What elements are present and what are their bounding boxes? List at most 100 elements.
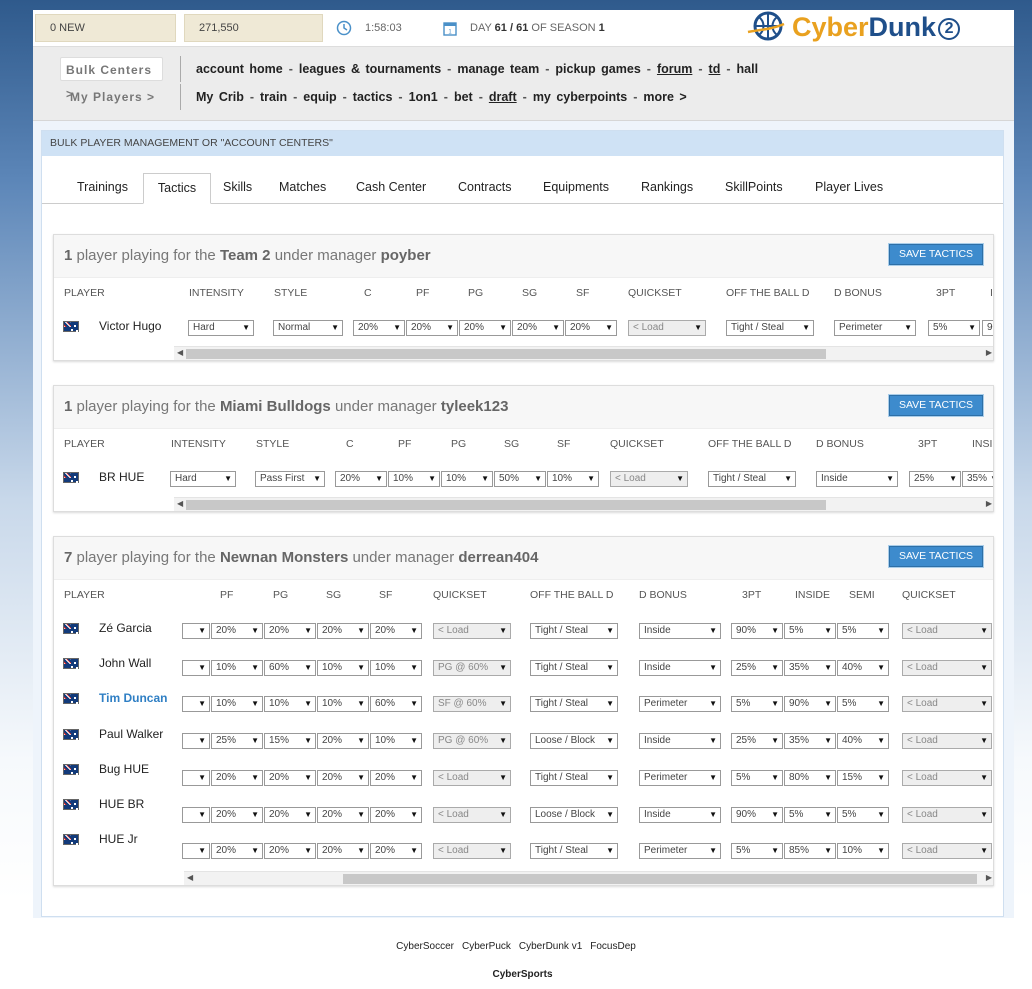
tactic-select[interactable]: 20% xyxy=(370,806,422,823)
tactic-select[interactable]: Tight / Steal xyxy=(726,320,814,336)
tactic-select[interactable]: 5% xyxy=(731,843,783,860)
player-name[interactable]: Paul Walker xyxy=(99,727,163,741)
tactic-select[interactable]: Perimeter xyxy=(639,769,721,786)
player-name[interactable]: HUE BR xyxy=(99,797,144,811)
save-tactics-button[interactable]: SAVE TACTICS xyxy=(889,395,983,416)
player-name[interactable]: HUE Jr xyxy=(99,832,138,846)
tactic-select[interactable]: 5% xyxy=(784,623,836,639)
nav-link-account-home[interactable]: account home xyxy=(196,62,283,76)
tab-skills[interactable]: Skills xyxy=(223,173,252,204)
player-name[interactable]: BR HUE xyxy=(99,470,144,484)
tactic-select[interactable]: Tight / Steal xyxy=(530,769,618,786)
tactic-select[interactable]: Tight / Steal xyxy=(530,696,618,713)
tactic-select[interactable]: 35% xyxy=(784,733,836,750)
tactic-select[interactable]: Perimeter xyxy=(639,696,721,713)
tactic-select[interactable]: 90% xyxy=(784,696,836,713)
tactic-select[interactable]: 5% xyxy=(837,696,889,713)
tactic-select[interactable]: Loose / Block xyxy=(530,806,618,823)
tactic-select[interactable]: Perimeter xyxy=(639,843,721,860)
footer-link-focusdep[interactable]: FocusDep xyxy=(590,941,636,952)
nav-link-manage-team[interactable]: manage team xyxy=(457,62,539,76)
tab-player-lives[interactable]: Player Lives xyxy=(815,173,883,204)
tactic-select[interactable]: Loose / Block xyxy=(530,733,618,750)
tactic-select[interactable]: 60% xyxy=(264,659,316,676)
tactic-select[interactable]: < Load xyxy=(902,733,992,750)
tactic-select[interactable]: Pass First xyxy=(255,471,325,487)
tactic-select[interactable] xyxy=(182,769,210,786)
tactic-select[interactable]: < Load xyxy=(902,696,992,713)
tactic-select[interactable]: 60% xyxy=(370,696,422,713)
nav-link-leagues-tournaments[interactable]: leagues & tournaments xyxy=(299,62,441,76)
tab-rankings[interactable]: Rankings xyxy=(641,173,693,204)
tactic-select[interactable] xyxy=(182,843,210,860)
tactic-select[interactable]: < Load xyxy=(902,659,992,676)
scrollbar-thumb[interactable] xyxy=(186,349,826,359)
footer-link-cyberdunk-v1[interactable]: CyberDunk v1 xyxy=(519,941,582,952)
tactic-select[interactable]: 5% xyxy=(837,806,889,823)
player-name[interactable]: Bug HUE xyxy=(99,762,149,776)
footer-link-cybersoccer[interactable]: CyberSoccer xyxy=(396,941,454,952)
tab-matches[interactable]: Matches xyxy=(279,173,326,204)
tactic-select[interactable]: Normal xyxy=(273,320,343,336)
nav-link-td[interactable]: td xyxy=(709,62,721,76)
tactic-select[interactable]: 10% xyxy=(317,659,369,676)
tactic-select[interactable]: 5% xyxy=(731,769,783,786)
player-name[interactable]: Zé Garcia xyxy=(99,621,152,635)
cyberdunk-logo[interactable]: CyberDunk 2 xyxy=(746,10,966,44)
tactic-select[interactable]: 15% xyxy=(837,769,889,786)
tactic-select[interactable]: 20% xyxy=(317,806,369,823)
tactic-select[interactable]: 25% xyxy=(731,733,783,750)
scroll-left-icon[interactable]: ◀ xyxy=(177,499,183,508)
bulk-centers-button[interactable]: Bulk Centers > xyxy=(60,57,163,101)
tactic-select[interactable]: 20% xyxy=(370,623,422,639)
player-name[interactable]: John Wall xyxy=(99,656,151,670)
nav-link-equip[interactable]: equip xyxy=(303,90,336,104)
nav-link-hall[interactable]: hall xyxy=(737,62,759,76)
tactic-select[interactable]: 25% xyxy=(731,659,783,676)
tactic-select[interactable]: 10% xyxy=(441,471,493,487)
nav-link-forum[interactable]: forum xyxy=(657,62,692,76)
tactic-select[interactable] xyxy=(182,623,210,639)
tab-trainings[interactable]: Trainings xyxy=(77,173,128,204)
save-tactics-button[interactable]: SAVE TACTICS xyxy=(889,546,983,567)
tactic-select[interactable]: Perimeter xyxy=(834,320,916,336)
tactic-select[interactable]: Inside xyxy=(639,733,721,750)
tactic-select[interactable]: 35% xyxy=(962,471,993,487)
tactic-select[interactable]: 15% xyxy=(264,733,316,750)
tactic-select[interactable]: 20% xyxy=(211,769,263,786)
tactic-select[interactable]: 20% xyxy=(459,320,511,336)
scroll-right-icon[interactable]: ▶ xyxy=(986,499,992,508)
tactic-select[interactable]: 20% xyxy=(264,623,316,639)
notifications-badge[interactable]: 0 NEW NOTIFICATIONS xyxy=(35,14,176,60)
tactic-select[interactable]: 5% xyxy=(784,806,836,823)
horizontal-scrollbar[interactable]: ◀ ▶ xyxy=(184,871,993,885)
scroll-left-icon[interactable]: ◀ xyxy=(187,873,193,882)
tactic-select[interactable]: 20% xyxy=(211,806,263,823)
tactic-select[interactable]: 10% xyxy=(211,659,263,676)
tactic-select[interactable]: 20% xyxy=(211,623,263,639)
tactic-select[interactable]: 10% xyxy=(388,471,440,487)
tactic-select[interactable]: < Load xyxy=(902,806,992,823)
tactic-select[interactable]: 5% xyxy=(928,320,980,336)
tactic-select[interactable]: 20% xyxy=(317,843,369,860)
nav-link-tactics[interactable]: tactics xyxy=(353,90,393,104)
tactic-select[interactable]: Hard xyxy=(170,471,236,487)
tactic-select[interactable]: 20% xyxy=(335,471,387,487)
tactic-select[interactable]: Inside xyxy=(639,806,721,823)
tactic-select[interactable] xyxy=(182,696,210,713)
tactic-select[interactable]: 20% xyxy=(211,843,263,860)
save-tactics-button[interactable]: SAVE TACTICS xyxy=(889,244,983,265)
tactic-select[interactable]: 90% xyxy=(731,623,783,639)
tactic-select[interactable]: < Load xyxy=(628,320,706,336)
tactic-select[interactable]: 20% xyxy=(317,769,369,786)
tactic-select[interactable]: 20% xyxy=(512,320,564,336)
scroll-right-icon[interactable]: ▶ xyxy=(986,873,992,882)
nav-link-1on1[interactable]: 1on1 xyxy=(409,90,438,104)
nav-link-my-crib[interactable]: My Crib xyxy=(196,90,244,104)
horizontal-scrollbar[interactable]: ◀ ▶ xyxy=(174,346,993,360)
tactic-select[interactable]: < Load xyxy=(433,623,511,639)
tactic-select[interactable]: 20% xyxy=(370,843,422,860)
tactic-select[interactable]: 40% xyxy=(837,659,889,676)
horizontal-scrollbar[interactable]: ◀ ▶ xyxy=(174,497,993,511)
tactic-select[interactable]: 50% xyxy=(494,471,546,487)
